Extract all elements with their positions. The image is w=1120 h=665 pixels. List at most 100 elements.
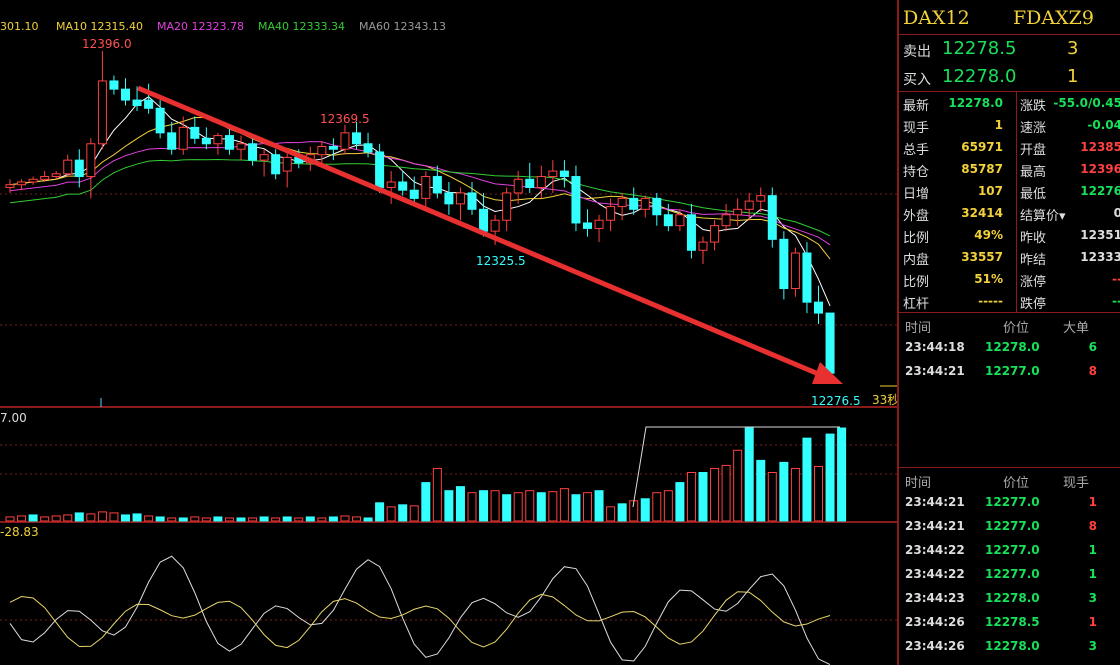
candle-up [386,181,396,188]
volume-bar-up [409,505,419,522]
candle-up [259,154,269,161]
row-price: 12277.0 [985,519,1040,533]
candle-down [467,192,477,210]
candle-down [571,176,581,224]
candle-down [525,178,535,188]
candle-up [5,184,15,188]
volume-bar-up [432,467,442,522]
volume-bar-up [86,513,96,522]
volume-bar-up [467,492,477,522]
volume-bar-up [51,515,61,522]
volume-bar-down [571,494,581,522]
volume-bar-up [40,516,50,522]
ma40-line [9,158,831,237]
candle-down [686,214,696,251]
volume-bar-up [767,471,777,522]
row-volume: 8 [1088,519,1097,533]
stat-value: -0.04 [1087,118,1120,132]
volume-bar-down [236,517,246,522]
candle-down [583,222,592,229]
volume-bar-down [421,482,431,522]
kline-chart[interactable]: 12396.0 12369.5 12325.5 12276.5 33秒 7.00 -28.8… [0,0,897,665]
stat-value: 12396 [1080,162,1120,176]
stats-row: 比例 49% 昨收 12351 [899,224,1120,246]
col-big: 大单 [1063,321,1090,336]
chart-area[interactable]: 12396.0 12369.5 12325.5 12276.5 33秒 7.00 -28.8… [0,0,897,665]
row-price: 12277.0 [985,543,1040,557]
candle-down [814,301,823,314]
table-row: 23:44:21 12277.0 8 [899,359,1120,383]
table-row: 23:44:23 12278.0 3 [899,586,1120,610]
volume-bar-down [375,502,385,522]
ticks-header: 时间 价位 现手 [899,468,1120,491]
volume-bar-down [444,490,454,522]
stats-row: 日增 107 最低 12276 [899,180,1120,202]
volume-bar-down [74,512,84,522]
candle-up [536,176,546,188]
candle-up [744,200,754,210]
candle-up [421,176,431,199]
candle-down [201,137,211,145]
volume-bar-up [814,465,823,522]
volume-bar-down [617,503,627,522]
stat-key: 最低 [1020,187,1047,202]
candle-up [490,219,500,232]
volume-bar-up [686,471,696,522]
indicator-line-white [9,555,831,665]
volume-bar-down [698,471,708,522]
bid-price: 12278.0 [942,66,1017,87]
candle-up [721,214,731,227]
ma-legend: 301.10 MA10 12315.40 MA20 12323.78 MA40 12… [0,20,474,33]
candle-down [109,80,119,90]
volume-bar-up [663,490,673,522]
trend-arrow-line [137,85,829,381]
ma-label-ma60: MA60 12343.13 [359,20,446,33]
bid-label: 买入 [903,72,931,88]
candle-up [756,195,766,202]
candle-down [363,143,373,153]
row-volume: 1 [1088,567,1097,581]
table-row: 23:44:21 12277.0 1 [899,490,1120,514]
col-time: 时间 [905,476,932,491]
panel-header: DAX12 FDAXZ9 [899,0,1120,35]
volume-bar-down [305,516,315,522]
candle-up [317,146,327,156]
bid-row: 买入 12278.0 1 [899,63,1120,91]
ma-label-ma10: MA10 12315.40 [56,20,143,33]
candle-down [767,195,777,240]
volume-bar-up [248,517,258,522]
volume-bar-down [825,433,835,522]
candle-down [167,132,177,150]
last-low-label: 12276.5 [811,394,861,408]
row-volume: 8 [1088,364,1097,378]
stats-row: 现手 1 速涨 -0.04 [899,114,1120,136]
stat-key: 持仓 [903,165,930,180]
candle-down [432,176,442,194]
row-time: 23:44:21 [905,364,965,378]
bid-qty: 1 [1067,66,1079,87]
candle-up [675,214,685,227]
trough-label: 12325.5 [476,254,526,268]
stats-table: 最新 12278.0 涨跌 -55.0/0.45 现手 1 速涨 -0.04 总手 65971 开盘… [899,92,1120,313]
candle-up [502,192,512,221]
candle-down [144,99,154,109]
row-time: 23:44:21 [905,519,965,533]
stat-value: ----- [978,294,1003,308]
row-volume: 1 [1088,543,1097,557]
volume-bar-down [398,504,408,522]
stat-key: 跌停 [1020,297,1047,312]
stats-row: 杠杆 ----- 跌停 -- [899,290,1120,312]
volume-bar-up [525,490,535,522]
symbol-name: DAX12 [903,7,970,29]
big-orders-header: 时间 价位 大单 [899,313,1120,336]
high-label: 12396.0 [82,37,132,51]
candle-up [594,219,604,229]
countdown-label: 33秒 [872,393,897,407]
volume-bar-down [328,516,338,522]
volume-bar-up [167,517,177,522]
quote-panel: DAX12 FDAXZ9 卖出 12278.5 3 买入 12278.0 1 最… [897,0,1120,665]
volume-bar-up [790,467,800,522]
candle-up [213,135,223,145]
volume-bar-down [502,494,512,522]
table-row: 23:44:26 12278.5 1 [899,610,1120,634]
